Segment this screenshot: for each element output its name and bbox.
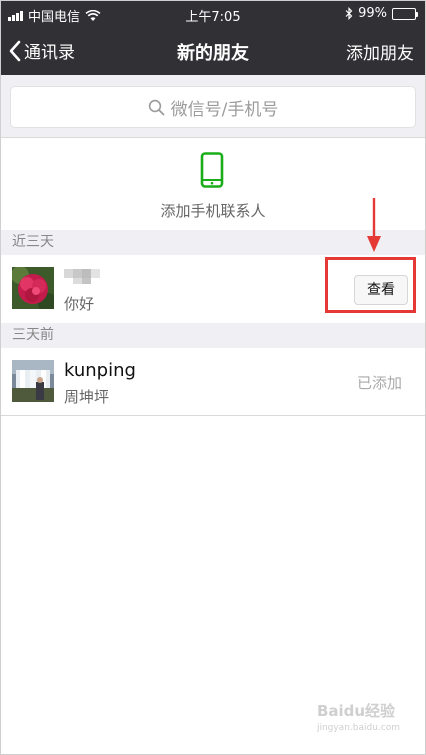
section-header-earlier: 三天前 [0, 323, 426, 348]
avatar [12, 267, 54, 309]
friend-request-row[interactable]: 你好 查看 [0, 255, 426, 323]
added-status: 已添加 [356, 374, 402, 392]
red-arrow-icon [367, 198, 381, 252]
status-right: 99% [345, 6, 418, 21]
search-placeholder: 微信号/手机号 [170, 99, 279, 120]
section-header-recent: 近三天 [0, 230, 426, 255]
search-icon [148, 99, 165, 115]
status-bar: 中国电信 上午7:05 99% [0, 0, 426, 28]
watermark: Baidu经验 jingyan.baidu.com [317, 700, 400, 733]
add-contacts-label: 添加手机联系人 [160, 202, 266, 220]
contact-name: kunping [64, 360, 136, 381]
divider [0, 415, 426, 416]
avatar [12, 360, 54, 402]
add-phone-contacts[interactable]: 添加手机联系人 [0, 138, 426, 230]
contact-remark: 周坤坪 [64, 388, 110, 406]
search-input[interactable]: 微信号/手机号 [10, 86, 416, 128]
contact-name-blurred [62, 265, 106, 285]
add-friend-button[interactable]: 添加朋友 [346, 39, 414, 64]
search-section: 微信号/手机号 [0, 75, 426, 138]
nav-bar: 通讯录 新的朋友 添加朋友 [0, 28, 426, 75]
phone-icon [200, 152, 224, 188]
battery-percent: 99% [358, 6, 387, 21]
battery-icon [392, 7, 418, 20]
watermark-url: jingyan.baidu.com [316, 723, 400, 733]
watermark-brand: Baidu经验 [316, 702, 396, 720]
view-button[interactable]: 查看 [354, 275, 408, 305]
bluetooth-icon [345, 7, 353, 20]
request-message: 你好 [64, 295, 95, 313]
friend-row[interactable]: kunping 周坤坪 已添加 [0, 348, 426, 416]
